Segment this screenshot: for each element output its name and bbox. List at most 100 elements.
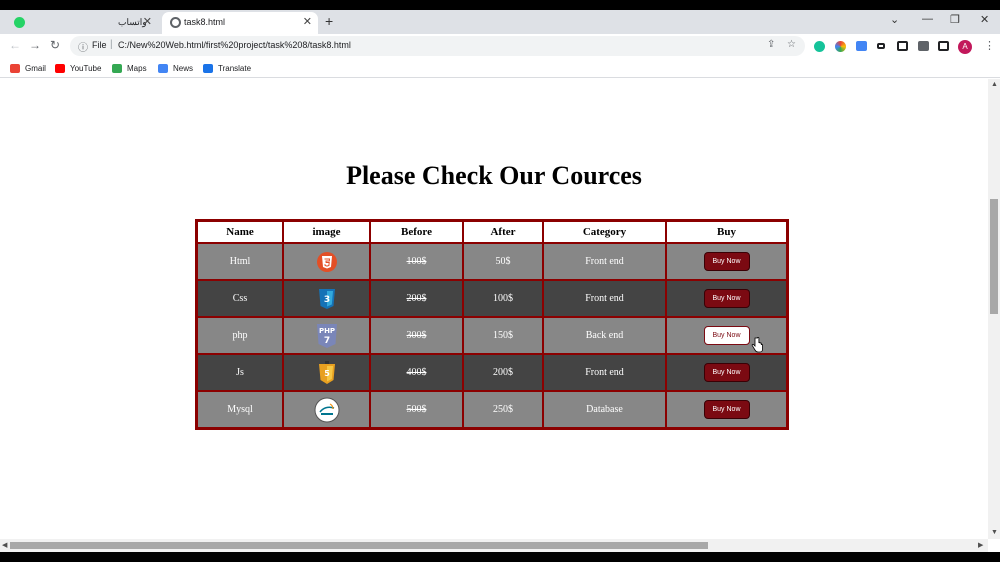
buy-now-button[interactable]: Buy Now: [703, 363, 750, 382]
course-name: Html: [198, 244, 282, 279]
price-after: 250$: [464, 392, 542, 427]
close-window-icon[interactable]: ✕: [980, 13, 989, 26]
html5-icon: [316, 251, 337, 272]
grammarly-extension-icon[interactable]: [814, 41, 825, 52]
bookmark-news[interactable]: News: [158, 61, 193, 75]
buy-cell: Buy Now: [667, 318, 786, 353]
reload-icon[interactable]: ↻: [50, 38, 60, 52]
share-icon[interactable]: ⇪: [767, 39, 775, 50]
table-row: Mysql 500$ 250$ Database Buy Now: [198, 392, 786, 427]
tab-title: task8.html: [184, 17, 226, 27]
column-header-before: Before: [371, 222, 462, 242]
bookmark-maps[interactable]: Maps: [112, 61, 147, 75]
media-extension-icon[interactable]: [897, 41, 908, 51]
horizontal-scroll-thumb[interactable]: [10, 542, 708, 549]
globe-icon: [170, 17, 181, 28]
course-category: Front end: [544, 355, 665, 390]
buy-now-button[interactable]: Buy Now: [703, 289, 750, 308]
side-panel-icon[interactable]: [938, 41, 949, 51]
scroll-right-arrow[interactable]: ▶: [978, 541, 983, 549]
bookmark-label: Gmail: [25, 63, 46, 73]
maps-icon: [112, 63, 122, 73]
bookmark-label: YouTube: [70, 63, 102, 73]
table-header-row: Name image Before After Category Buy: [198, 222, 786, 242]
price-after: 150$: [464, 318, 542, 353]
restore-icon[interactable]: ❐: [950, 13, 960, 26]
bookmark-label: News: [173, 63, 194, 73]
price-after: 50$: [464, 244, 542, 279]
address-bar[interactable]: ⓘ File | C:/New%20Web.html/first%20proje…: [70, 36, 805, 56]
menu-dots-icon[interactable]: ⋮: [984, 39, 995, 52]
url-text[interactable]: C:/New%20Web.html/first%20project/task%2…: [118, 40, 351, 50]
course-image-cell: [284, 392, 369, 427]
forward-icon[interactable]: →: [29, 38, 41, 52]
scroll-left-arrow[interactable]: ◀: [2, 541, 7, 549]
svg-text:5: 5: [324, 369, 330, 378]
price-before: 500$: [371, 392, 462, 427]
bookmark-youtube[interactable]: YouTube: [55, 61, 101, 75]
price-before: 100$: [371, 244, 462, 279]
buy-cell: Buy Now: [667, 355, 786, 390]
tab-strip: واتساب ✕ task8.html ✕ + ⌄ — ❐ ✕: [0, 10, 1000, 34]
horizontal-scrollbar[interactable]: ◀ ▶: [0, 539, 988, 552]
scroll-down-arrow[interactable]: ▼: [991, 529, 998, 536]
buy-now-button[interactable]: Buy Now: [703, 252, 750, 271]
column-header-buy: Buy: [667, 222, 786, 242]
course-image-cell: PHP 7: [284, 318, 369, 353]
buy-now-button[interactable]: Buy Now: [703, 400, 750, 419]
info-icon[interactable]: ⓘ: [78, 39, 88, 54]
buy-cell: Buy Now: [667, 392, 786, 427]
close-icon[interactable]: ✕: [303, 15, 312, 28]
course-image-cell: 3: [284, 281, 369, 316]
scheme-separator: |: [110, 39, 113, 50]
php7-icon: PHP7: [316, 323, 337, 348]
cube-extension-icon[interactable]: [856, 41, 867, 51]
svg-text:PHP: PHP: [318, 327, 334, 335]
page-content: Please Check Our Cources Name image Befo…: [0, 79, 988, 539]
mysql-icon: [314, 397, 339, 422]
course-name: php: [198, 318, 282, 353]
puzzle-extensions-icon[interactable]: [918, 41, 929, 51]
profile-avatar[interactable]: A: [958, 40, 972, 54]
svg-text:7: 7: [323, 336, 329, 346]
price-before: 400$: [371, 355, 462, 390]
scroll-up-arrow[interactable]: ▲: [991, 81, 998, 88]
buy-now-button[interactable]: Buy Now: [703, 326, 750, 345]
bookmark-label: Maps: [127, 63, 147, 73]
minimize-icon[interactable]: —: [922, 13, 933, 25]
price-after: 100$: [464, 281, 542, 316]
browser-window: واتساب ✕ task8.html ✕ + ⌄ — ❐ ✕ ← → ↻ ⓘ …: [0, 10, 1000, 552]
course-name: Js: [198, 355, 282, 390]
tab-whatsapp[interactable]: واتساب ✕: [6, 12, 158, 34]
price-before: 200$: [371, 281, 462, 316]
translate-icon: [203, 63, 213, 73]
vertical-scrollbar[interactable]: ▲ ▼: [988, 79, 1000, 539]
js-shield-icon: 5: [318, 360, 335, 384]
bookmarks-bar: Gmail YouTube Maps News Translate: [0, 58, 1000, 78]
buy-cell: Buy Now: [667, 281, 786, 316]
table-row: Js 5 400$ 200$ Front end Buy Now: [198, 355, 786, 390]
oo-extension-icon[interactable]: [877, 43, 885, 49]
column-header-after: After: [464, 222, 542, 242]
tab-task8[interactable]: task8.html ✕: [162, 12, 318, 34]
bookmark-translate[interactable]: Translate: [203, 61, 251, 75]
bookmark-label: Translate: [218, 63, 252, 73]
svg-text:3: 3: [323, 295, 329, 305]
courses-table: Name image Before After Category Buy Htm…: [195, 219, 789, 430]
back-icon[interactable]: ←: [9, 38, 21, 52]
bookmark-star-icon[interactable]: ☆: [787, 39, 796, 50]
vertical-scroll-thumb[interactable]: [990, 199, 998, 314]
page-title: Please Check Our Cources: [346, 161, 642, 190]
new-tab-button[interactable]: +: [325, 13, 333, 29]
whatsapp-icon: [14, 17, 25, 28]
bookmark-gmail[interactable]: Gmail: [10, 61, 46, 75]
column-header-image: image: [284, 222, 369, 242]
course-name: Css: [198, 281, 282, 316]
course-category: Database: [544, 392, 665, 427]
hand-cursor-icon: [751, 337, 763, 353]
close-icon[interactable]: ✕: [143, 15, 152, 28]
column-header-name: Name: [198, 222, 282, 242]
price-before: 300$: [371, 318, 462, 353]
color-extension-icon[interactable]: [835, 41, 846, 52]
tab-search-icon[interactable]: ⌄: [890, 13, 899, 26]
